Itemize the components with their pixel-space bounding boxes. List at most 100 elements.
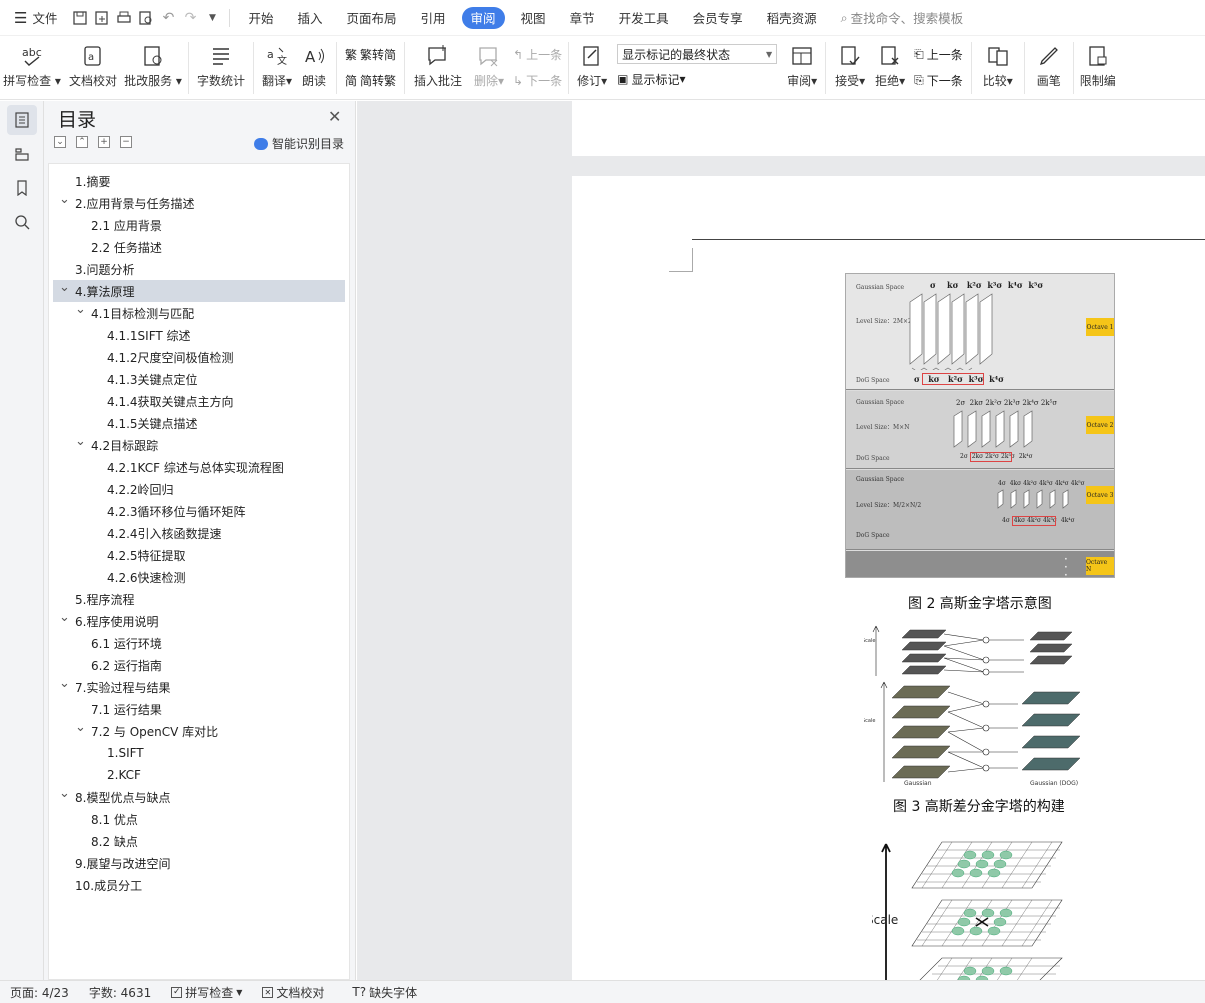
- delete-comment-button[interactable]: 删除▾: [467, 36, 511, 100]
- show-markup-button[interactable]: ▣ 显示标记 ▾: [617, 67, 777, 91]
- chevron-down-icon[interactable]: ⌄: [59, 786, 70, 801]
- toc-item[interactable]: ⌄ 4.2目标跟踪: [49, 434, 341, 456]
- chevron-down-icon[interactable]: ⌄: [59, 676, 70, 691]
- next-change-button[interactable]: ⎘ 下一条: [914, 69, 963, 93]
- save-icon[interactable]: [69, 0, 91, 36]
- toc-item[interactable]: 4.2.4引入核函数提速: [49, 522, 341, 544]
- chevron-down-icon[interactable]: ⌄: [59, 610, 70, 625]
- add-heading-icon[interactable]: +: [98, 136, 110, 148]
- chevron-down-icon[interactable]: ⌄: [59, 280, 70, 295]
- divider: [404, 42, 406, 94]
- chevron-down-icon[interactable]: ▼: [201, 0, 223, 36]
- file-menu[interactable]: ☰ 文件: [0, 0, 69, 36]
- insert-comment-button[interactable]: 插入批注: [409, 36, 467, 100]
- tab-chapter[interactable]: 章节: [558, 0, 607, 36]
- pen-button[interactable]: 画笔: [1029, 36, 1069, 100]
- spell-check-button[interactable]: abc 拼写检查 ▾: [0, 36, 64, 100]
- prev-change-button[interactable]: ⎗ 上一条: [914, 43, 963, 67]
- undo-icon[interactable]: ↶: [157, 0, 179, 36]
- chevron-down-icon[interactable]: ⌄: [75, 302, 86, 317]
- tab-member[interactable]: 会员专享: [681, 0, 755, 36]
- next-comment-button[interactable]: ↳ 下一条: [513, 69, 562, 93]
- trad-to-simp-button[interactable]: 繁繁转简: [345, 43, 396, 67]
- toc-item[interactable]: 6.2 运行指南: [49, 654, 341, 676]
- tab-developer[interactable]: 开发工具: [607, 0, 681, 36]
- word-count-indicator[interactable]: 字数: 4631: [79, 984, 161, 1001]
- toc-item[interactable]: ⌄ 7.2 与 OpenCV 库对比: [49, 720, 341, 742]
- toc-item[interactable]: 2.KCF: [49, 764, 341, 786]
- prev-comment-button[interactable]: ↰ 上一条: [513, 43, 562, 67]
- tab-start[interactable]: 开始: [236, 0, 285, 36]
- toc-item[interactable]: 4.2.6快速检测: [49, 566, 341, 588]
- bookmark-icon[interactable]: [7, 173, 37, 203]
- search-icon[interactable]: [7, 207, 37, 237]
- toc-item[interactable]: 4.1.3关键点定位: [49, 368, 341, 390]
- tab-insert[interactable]: 插入: [285, 0, 334, 36]
- toc-item[interactable]: 7.1 运行结果: [49, 698, 341, 720]
- annotate-service-button[interactable]: 批改服务 ▾: [122, 36, 184, 100]
- toc-item[interactable]: 4.1.4获取关键点主方向: [49, 390, 341, 412]
- toc-item[interactable]: 1.摘要: [49, 170, 341, 192]
- translate-button[interactable]: a文 翻译▾: [258, 36, 296, 100]
- toc-item[interactable]: ⌄ 6.程序使用说明: [49, 610, 341, 632]
- toc-item[interactable]: 1.SIFT: [49, 742, 341, 764]
- restrict-edit-button[interactable]: 限制编: [1078, 36, 1118, 100]
- tab-layout[interactable]: 页面布局: [335, 0, 409, 36]
- toc-item[interactable]: 4.2.5特征提取: [49, 544, 341, 566]
- accept-button[interactable]: 接受▾: [830, 36, 870, 100]
- tab-daoke[interactable]: 稻壳资源: [755, 0, 829, 36]
- toc-item[interactable]: 4.2.1KCF 综述与总体实现流程图: [49, 456, 341, 478]
- close-icon[interactable]: ✕: [328, 107, 341, 126]
- toc-item[interactable]: 2.1 应用背景: [49, 214, 341, 236]
- tab-references[interactable]: 引用: [409, 0, 458, 36]
- print-preview-icon[interactable]: [135, 0, 157, 36]
- tab-view[interactable]: 视图: [509, 0, 558, 36]
- toc-item[interactable]: 9.展望与改进空间: [49, 852, 341, 874]
- toc-item[interactable]: 6.1 运行环境: [49, 632, 341, 654]
- toc-item[interactable]: ⌄ 2.应用背景与任务描述: [49, 192, 341, 214]
- compare-button[interactable]: 比较▾: [976, 36, 1020, 100]
- command-search[interactable]: ⌕ 查找命令、搜索模板: [829, 0, 976, 36]
- toc-item[interactable]: 4.1.1SIFT 综述: [49, 324, 341, 346]
- simp-to-trad-button[interactable]: 简简转繁: [345, 69, 396, 93]
- spell-check-label: 拼写检查: [3, 74, 52, 88]
- status-doc-check[interactable]: ✕ 文档校对: [252, 984, 334, 1001]
- redo-icon[interactable]: ↷: [179, 0, 201, 36]
- toc-item[interactable]: 8.2 缺点: [49, 830, 341, 852]
- missing-font-indicator[interactable]: T? 缺失字体: [342, 984, 427, 1001]
- chevron-down-icon[interactable]: ⌄: [75, 434, 86, 449]
- chevron-down-icon[interactable]: ⌄: [75, 720, 86, 735]
- track-changes-button[interactable]: 修订▾: [573, 36, 611, 100]
- status-spell-check[interactable]: ✓ 拼写检查 ▼: [161, 984, 252, 1001]
- toc-item[interactable]: 10.成员分工: [49, 874, 341, 896]
- toc-item[interactable]: 8.1 优点: [49, 808, 341, 830]
- read-aloud-button[interactable]: A 朗读: [296, 36, 332, 100]
- toc-item[interactable]: ⌄ 7.实验过程与结果: [49, 676, 341, 698]
- toc-item[interactable]: ⌄ 4.算法原理: [53, 280, 345, 302]
- collapse-all-icon[interactable]: ⌄: [54, 136, 66, 148]
- toc-item[interactable]: ⌄ 8.模型优点与缺点: [49, 786, 341, 808]
- chapter-nav-icon[interactable]: [7, 139, 37, 169]
- remove-heading-icon[interactable]: −: [120, 136, 132, 148]
- toc-item[interactable]: 2.2 任务描述: [49, 236, 341, 258]
- export-pdf-icon[interactable]: [91, 0, 113, 36]
- review-pane-button[interactable]: 审阅▾: [783, 36, 821, 100]
- toc-item[interactable]: 4.1.5关键点描述: [49, 412, 341, 434]
- toc-item[interactable]: 4.1.2尺度空间极值检测: [49, 346, 341, 368]
- doc-check-button[interactable]: a 文档校对: [64, 36, 122, 100]
- tab-review[interactable]: 审阅: [461, 6, 505, 29]
- word-count-button[interactable]: 字数统计: [193, 36, 249, 100]
- smart-toc-button[interactable]: 智能识别目录: [254, 135, 344, 152]
- markup-state-select[interactable]: 显示标记的最终状态 ▼: [617, 44, 778, 64]
- toc-item[interactable]: 5.程序流程: [49, 588, 341, 610]
- toc-item[interactable]: 3.问题分析: [49, 258, 341, 280]
- toc-panel-icon[interactable]: [7, 105, 37, 135]
- page-indicator[interactable]: 页面: 4/23: [0, 984, 79, 1001]
- toc-item[interactable]: 4.2.2岭回归: [49, 478, 341, 500]
- expand-up-icon[interactable]: ⌃: [76, 136, 88, 148]
- print-icon[interactable]: [113, 0, 135, 36]
- reject-button[interactable]: 拒绝▾: [870, 36, 910, 100]
- chevron-down-icon[interactable]: ⌄: [59, 192, 70, 207]
- toc-item[interactable]: 4.2.3循环移位与循环矩阵: [49, 500, 341, 522]
- toc-item[interactable]: ⌄ 4.1目标检测与匹配: [49, 302, 341, 324]
